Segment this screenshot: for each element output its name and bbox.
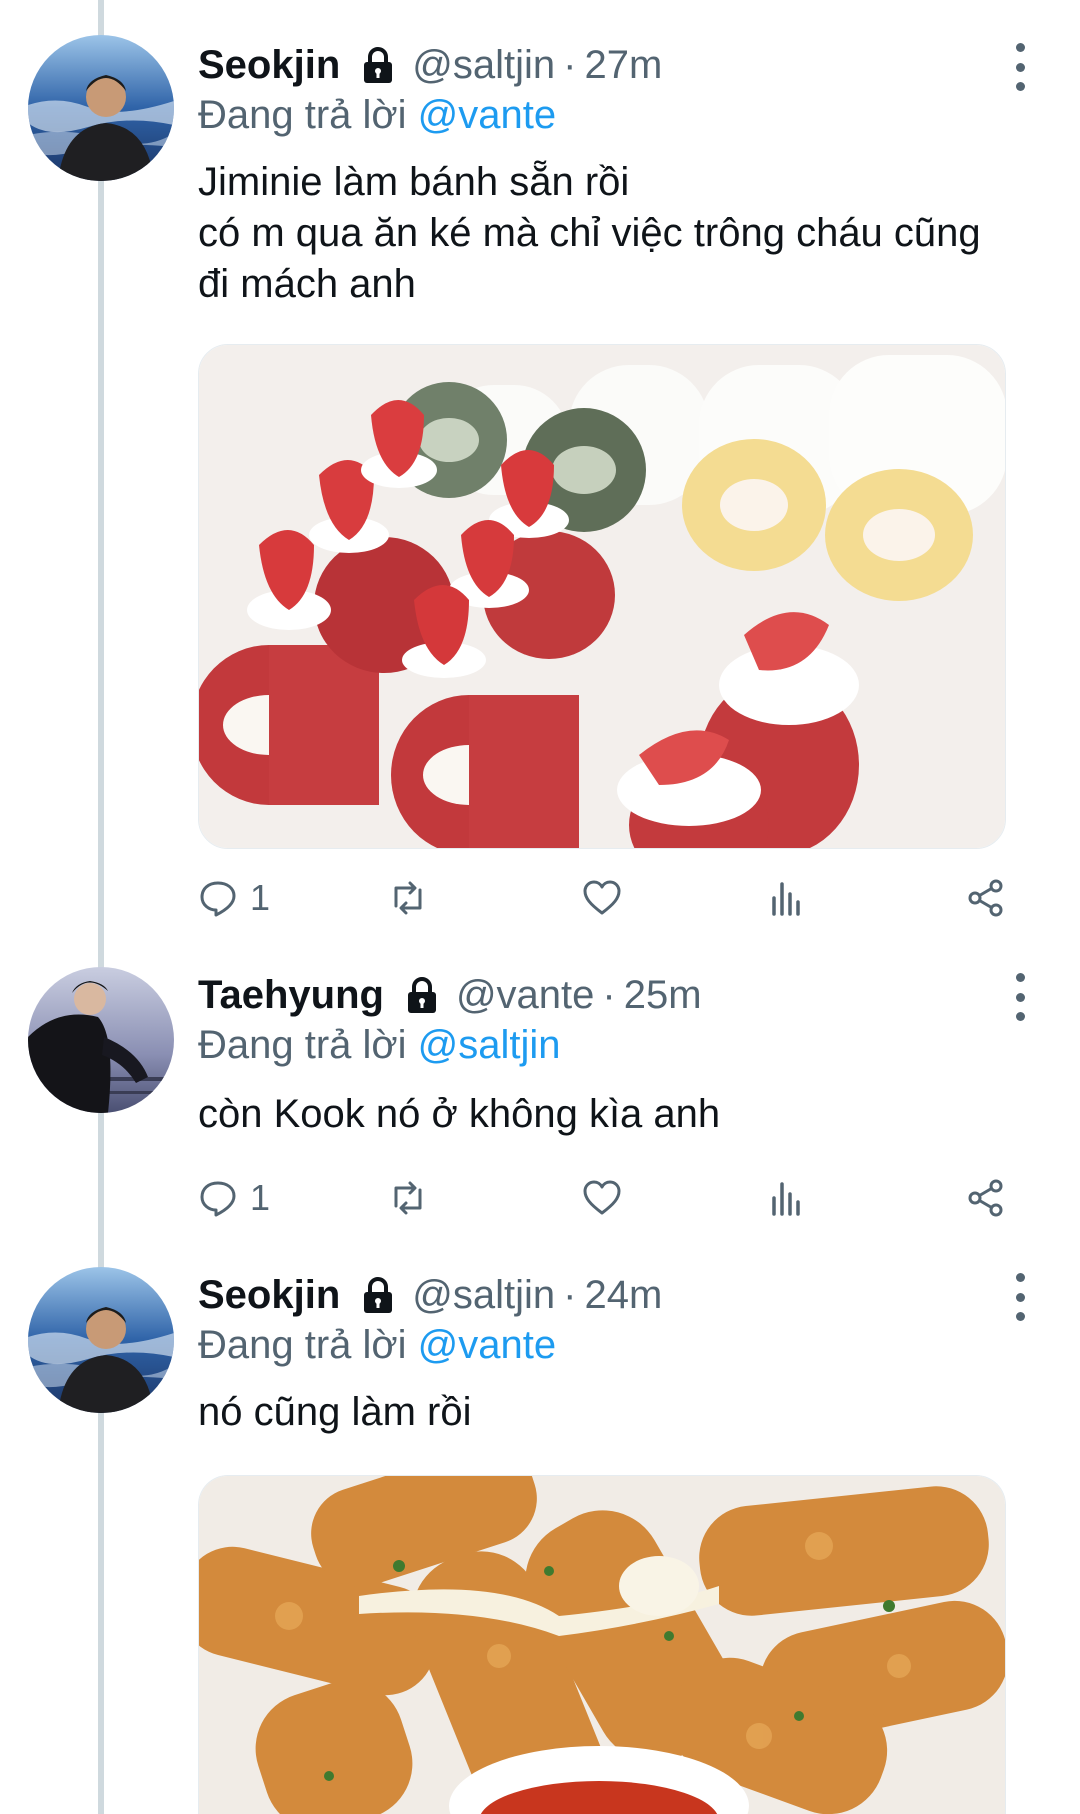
analytics-icon [772, 1182, 800, 1216]
share-icon [968, 879, 1003, 917]
tweet-text-line: Jiminie làm bánh sẵn rồi [198, 160, 630, 204]
like-button[interactable] [582, 873, 622, 923]
retweet-button[interactable] [388, 873, 428, 923]
separator-dot: · [563, 42, 577, 87]
tweet-media-image[interactable] [198, 1475, 1006, 1814]
retweet-button[interactable] [388, 1173, 428, 1223]
display-name[interactable]: Seokjin [198, 43, 340, 88]
avatar-taehyung[interactable] [28, 967, 174, 1113]
lock-icon [358, 1275, 398, 1315]
tweet-header: Seokjin @saltjin · 24m [198, 1265, 662, 1325]
tweet-text-line: đi mách anh [198, 262, 416, 306]
lock-icon [402, 975, 442, 1015]
analytics-button[interactable] [766, 873, 806, 923]
share-button[interactable] [966, 873, 1006, 923]
retweet-icon [394, 881, 422, 915]
mention-link[interactable]: @vante [418, 93, 556, 137]
display-name[interactable]: Seokjin [198, 1273, 340, 1318]
user-handle[interactable]: @vante [456, 973, 594, 1018]
heart-icon [583, 880, 621, 915]
tweet-media-image[interactable] [198, 344, 1006, 849]
separator-dot: · [602, 972, 616, 1017]
tweet-text-line: nó cũng làm rồi [198, 1390, 472, 1434]
tweet-text: nó cũng làm rồi [198, 1387, 471, 1438]
reply-count: 1 [250, 877, 271, 918]
separator-dot: · [563, 1272, 577, 1317]
avatar-seokjin[interactable] [28, 1267, 174, 1413]
retweet-icon [394, 1181, 422, 1215]
user-handle[interactable]: @saltjin [412, 1273, 555, 1318]
reply-button[interactable]: 1 [198, 873, 270, 923]
timestamp[interactable]: 24m [584, 1273, 662, 1318]
tweet-text-line: có m qua ăn ké mà chỉ việc trông cháu cũ… [198, 211, 981, 255]
tweet-actions: 1 [198, 1173, 1018, 1223]
reply-icon [200, 1181, 236, 1217]
analytics-icon [772, 882, 800, 916]
mention-link[interactable]: @saltjin [418, 1023, 561, 1067]
reply-prefix: Đang trả lời [198, 1323, 407, 1367]
reply-prefix: Đang trả lời [198, 1023, 407, 1067]
share-button[interactable] [966, 1173, 1006, 1223]
more-options-icon[interactable] [1002, 39, 1038, 95]
timestamp[interactable]: 25m [624, 973, 702, 1018]
thread-connector-line [98, 0, 104, 1814]
tweet-text-line: còn Kook nó ở không kìa anh [198, 1092, 721, 1136]
mention-link[interactable]: @vante [418, 1323, 556, 1367]
replying-to: Đang trả lời @vante [198, 93, 556, 138]
tweet-text: còn Kook nó ở không kìa anh [198, 1089, 720, 1140]
more-options-icon[interactable] [1002, 1269, 1038, 1325]
reply-icon [200, 881, 236, 917]
reply-button[interactable]: 1 [198, 1173, 270, 1223]
tweet-actions: 1 [198, 873, 1018, 923]
tweet-header: Seokjin @saltjin · 27m [198, 35, 662, 95]
replying-to: Đang trả lời @vante [198, 1323, 556, 1368]
user-handle[interactable]: @saltjin [412, 43, 555, 88]
heart-icon [583, 1180, 621, 1215]
share-icon [968, 1179, 1003, 1217]
like-button[interactable] [582, 1173, 622, 1223]
display-name[interactable]: Taehyung [198, 973, 384, 1018]
lock-icon [358, 45, 398, 85]
reply-prefix: Đang trả lời [198, 93, 407, 137]
more-options-icon[interactable] [1002, 969, 1038, 1025]
analytics-button[interactable] [766, 1173, 806, 1223]
tweet-text: Jiminie làm bánh sẵn rồi có m qua ăn ké … [198, 157, 981, 310]
tweet-header: Taehyung @vante · 25m [198, 965, 702, 1025]
replying-to: Đang trả lời @saltjin [198, 1023, 561, 1068]
timestamp[interactable]: 27m [584, 43, 662, 88]
avatar-seokjin[interactable] [28, 35, 174, 181]
reply-count: 1 [250, 1177, 271, 1218]
